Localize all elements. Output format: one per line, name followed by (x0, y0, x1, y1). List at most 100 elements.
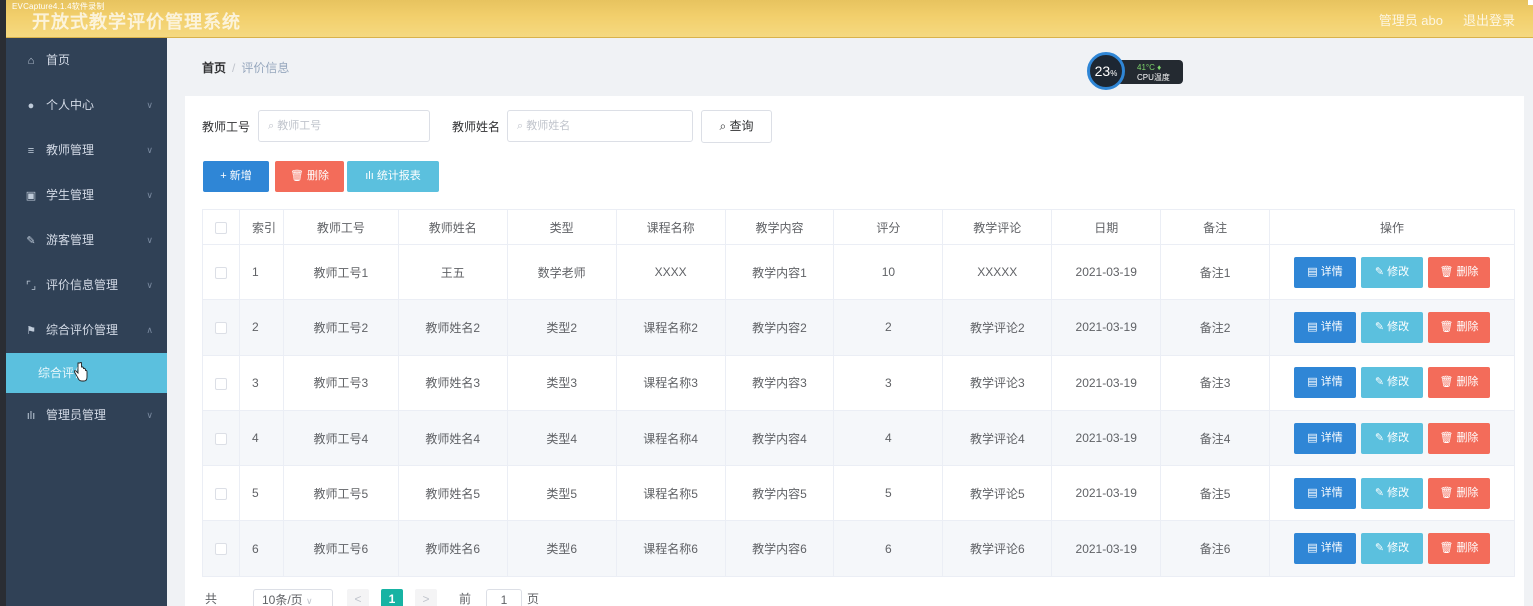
delete-button[interactable]: 🗑 删除 (1428, 477, 1491, 509)
row-checkbox[interactable] (214, 543, 227, 556)
edit-button[interactable]: ✎ 修改 (1361, 422, 1424, 454)
pencil-icon: ✎ (1374, 486, 1385, 499)
edit-icon: ✎ (26, 235, 36, 247)
col-date: 日期 (1051, 209, 1162, 245)
row-index: 6 (238, 520, 284, 577)
breadcrumb-current: 评价信息 (241, 61, 290, 75)
row-select-cell[interactable] (202, 243, 240, 301)
chevron-down-icon: ∨ (146, 280, 153, 290)
sidebar-item-edit[interactable]: ✎ 游客管理 ∨ (6, 218, 167, 263)
delete-button[interactable]: 🗑 删除 (1428, 422, 1491, 454)
row-select-cell[interactable] (202, 409, 240, 467)
breadcrumb-separator: / (232, 61, 236, 75)
next-page-button[interactable]: > (415, 589, 437, 606)
window-corner (1528, 0, 1533, 5)
edit-button[interactable]: ✎ 修改 (1361, 256, 1424, 288)
teacher-name-input[interactable]: ⌕ 教师姓名 (507, 110, 693, 142)
delete-button[interactable]: 🗑 删除 (1428, 311, 1491, 343)
row-teaching-comment: XXXXX (942, 243, 1053, 301)
admin-name: 管理员 abo (1378, 13, 1443, 28)
goto-page-input[interactable]: 1 (486, 589, 522, 606)
detail-button[interactable]: ▤ 详情 (1294, 477, 1357, 509)
list-icon: ≡ (27, 145, 35, 157)
edit-button[interactable]: ✎ 修改 (1361, 311, 1424, 343)
row-date: 2021-03-19 (1051, 465, 1162, 522)
sidebar-item-flag[interactable]: ⚑ 综合评价管理 ∧ (6, 308, 167, 353)
detail-button[interactable]: ▤ 详情 (1294, 422, 1357, 454)
sidebar-item-home[interactable]: ⌂ 首页 (6, 38, 167, 83)
prev-page-button[interactable]: < (347, 589, 369, 606)
row-score: 5 (833, 465, 944, 522)
select-all-cell[interactable] (202, 209, 240, 245)
report-button[interactable]: ılı 统计报表 (347, 161, 439, 192)
detail-button[interactable]: ▤ 详情 (1294, 256, 1357, 288)
row-select-cell[interactable] (202, 520, 240, 577)
delete-button[interactable]: 🗑 删除 (1428, 533, 1491, 565)
edit-button[interactable]: ✎ 修改 (1361, 367, 1424, 399)
table-row: 4 教师工号4 教师姓名4 类型4 课程名称4 教学内容4 4 教学评论4 2021-03-19… (202, 409, 1515, 467)
col-actions: 操作 (1269, 209, 1515, 245)
table-row: 2 教师工号2 教师姓名2 类型2 课程名称2 教学内容2 2 教学评论2 2021-03-19… (202, 299, 1515, 356)
sidebar-item-bar-chart[interactable]: ılı 管理员管理 ∨ (6, 393, 167, 438)
row-teacher-id: 教师工号1 (282, 243, 399, 301)
row-checkbox[interactable] (214, 266, 227, 279)
trash-icon: 🗑 (1439, 265, 1454, 278)
chevron-up-icon: ∧ (146, 325, 153, 335)
row-date: 2021-03-19 (1051, 299, 1162, 356)
cpu-temp-tag: 41°C ♦ CPU温度 (1117, 60, 1183, 84)
col-teaching-content: 教学内容 (724, 209, 835, 245)
chevron-down-icon: ∨ (146, 145, 153, 155)
batch-delete-button[interactable]: 🗑 删除 (275, 161, 344, 192)
row-checkbox[interactable] (214, 322, 227, 335)
row-type: 类型4 (506, 409, 617, 467)
detail-button[interactable]: ▤ 详情 (1294, 311, 1357, 343)
logout-link[interactable]: 退出登录 (1463, 10, 1515, 29)
delete-button[interactable]: 🗑 删除 (1428, 256, 1491, 288)
breadcrumb-home[interactable]: 首页 (202, 61, 226, 75)
batch-delete-label: 删除 (307, 170, 330, 182)
sidebar-item-clipboard[interactable]: ▣ 学生管理 ∨ (6, 173, 167, 218)
select-all-checkbox[interactable] (214, 221, 227, 234)
table-body: 1 教师工号1 王五 数学老师 XXXX 教学内容1 10 XXXXX 2021-03-19 备注… (202, 243, 1515, 577)
breadcrumb: 首页 / 评价信息 (202, 59, 289, 76)
query-button[interactable]: ⌕ 查询 (701, 110, 772, 143)
row-score: 6 (833, 520, 944, 577)
sidebar-item-user[interactable]: ● 个人中心 ∨ (6, 83, 167, 128)
page-number-current[interactable]: 1 (381, 589, 403, 606)
edit-button-label: 修改 (1387, 320, 1410, 333)
row-checkbox[interactable] (214, 377, 227, 390)
row-teaching-comment: 教学评论3 (942, 354, 1053, 411)
row-select-cell[interactable] (202, 354, 240, 411)
bar-chart-icon: ılı (26, 410, 36, 422)
pagination-total: 共 6 条 (205, 592, 218, 606)
detail-button[interactable]: ▤ 详情 (1294, 367, 1357, 399)
detail-button[interactable]: ▤ 详情 (1294, 533, 1357, 565)
delete-button[interactable]: 🗑 删除 (1428, 367, 1491, 399)
sidebar-item-frame[interactable]: ⌜⌟ 评价信息管理 ∨ (6, 263, 167, 308)
edit-button[interactable]: ✎ 修改 (1361, 533, 1424, 565)
content-card: 教师工号 ⌕ 教师工号 教师姓名 ⌕ 教师姓名 ⌕ 查询 + 新增 🗑 删除 ı… (185, 96, 1524, 606)
row-type: 类型3 (506, 354, 617, 411)
add-button[interactable]: + 新增 (203, 161, 269, 192)
sidebar-subitem-comprehensive-evaluation[interactable]: 综合评价 (6, 353, 167, 393)
row-teaching-content: 教学内容1 (724, 243, 835, 301)
sidebar-item-list[interactable]: ≡ 教师管理 ∨ (6, 128, 167, 173)
page-size-select[interactable]: 10条/页 ∨ (253, 589, 333, 606)
table-row: 6 教师工号6 教师姓名6 类型6 课程名称6 教学内容6 6 教学评论6 2021-03-19… (202, 520, 1515, 577)
pencil-icon: ✎ (1374, 265, 1385, 278)
col-index: 索引 (238, 209, 284, 245)
col-teacher-name: 教师姓名 (397, 209, 508, 245)
sidebar-item-label: 评价信息管理 (46, 278, 119, 292)
chevron-down-icon: ∨ (146, 190, 153, 200)
teacher-id-label: 教师工号 (202, 120, 251, 134)
edit-button-label: 修改 (1387, 265, 1410, 278)
row-index: 1 (238, 243, 284, 301)
row-select-cell[interactable] (202, 299, 240, 356)
row-course-name: 课程名称3 (615, 354, 726, 411)
edit-button[interactable]: ✎ 修改 (1361, 477, 1424, 509)
row-checkbox[interactable] (214, 488, 227, 501)
row-select-cell[interactable] (202, 465, 240, 522)
row-teaching-content: 教学内容5 (724, 465, 835, 522)
teacher-id-input[interactable]: ⌕ 教师工号 (258, 110, 430, 142)
row-checkbox[interactable] (214, 432, 227, 445)
